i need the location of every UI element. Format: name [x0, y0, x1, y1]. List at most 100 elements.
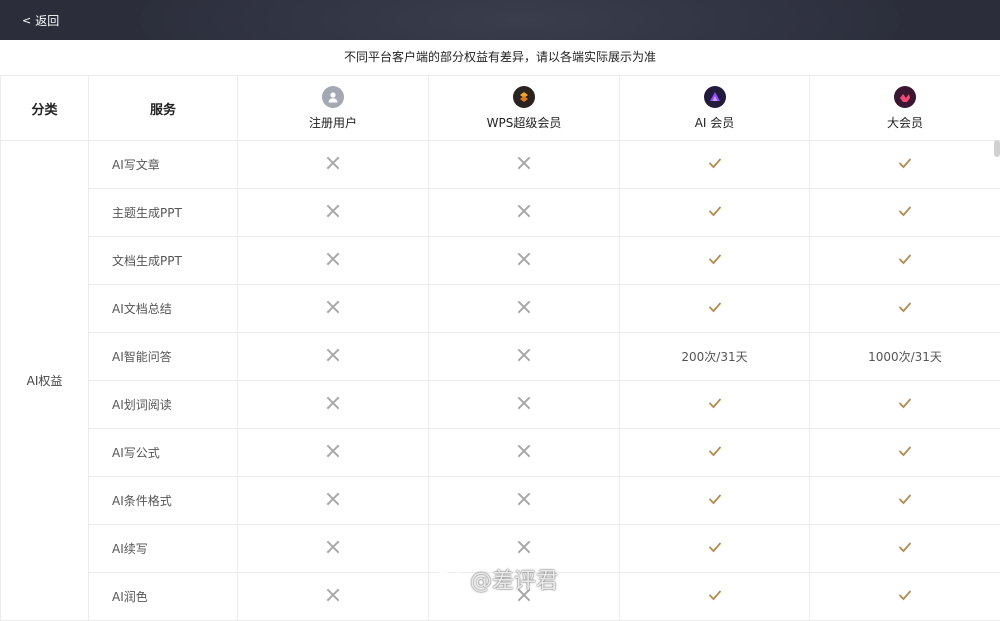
header-plan-ai-member: AI 会员 [620, 76, 810, 141]
check-icon [898, 397, 912, 412]
table-row: AI条件格式 [1, 477, 1000, 525]
ai-member-icon [704, 86, 726, 108]
included-cell [810, 141, 1000, 189]
not-included-cell [238, 189, 429, 237]
not-included-cell [238, 573, 429, 621]
not-included-cell [429, 477, 620, 525]
included-cell [620, 285, 810, 333]
not-included-cell [429, 285, 620, 333]
top-bar: < 返回 [0, 0, 1000, 40]
check-icon [708, 589, 722, 604]
check-icon [708, 493, 722, 508]
not-included-cell [238, 381, 429, 429]
quota-value: 1000次/31天 [868, 350, 942, 364]
benefits-table: 分类 服务 注册用户 WPS超级会员 [0, 75, 1000, 621]
not-included-cell [429, 141, 620, 189]
not-included-cell [238, 333, 429, 381]
service-name: AI条件格式 [89, 477, 238, 525]
back-label: 返回 [35, 12, 59, 29]
included-cell [620, 237, 810, 285]
check-icon [898, 493, 912, 508]
included-cell [810, 189, 1000, 237]
not-included-cell [238, 237, 429, 285]
table-row: AI文档总结 [1, 285, 1000, 333]
cross-icon [326, 492, 340, 506]
check-icon [898, 445, 912, 460]
included-cell [620, 429, 810, 477]
header-plan-wps-super: WPS超级会员 [429, 76, 620, 141]
not-included-cell [238, 429, 429, 477]
included-cell [620, 141, 810, 189]
not-included-cell [238, 525, 429, 573]
check-icon [898, 589, 912, 604]
service-name: AI写文章 [89, 141, 238, 189]
plan-name: WPS超级会员 [487, 114, 562, 131]
quota-cell: 1000次/31天 [810, 333, 1000, 381]
header-plan-registered: 注册用户 [238, 76, 429, 141]
cross-icon [326, 444, 340, 458]
cross-icon [326, 348, 340, 362]
check-icon [708, 157, 722, 172]
table-row: AI智能问答 200次/31天 1000次/31天 [1, 333, 1000, 381]
not-included-cell [238, 477, 429, 525]
included-cell [620, 189, 810, 237]
included-cell [810, 573, 1000, 621]
table-row: AI写公式 [1, 429, 1000, 477]
included-cell [620, 477, 810, 525]
plan-name: AI 会员 [695, 114, 735, 131]
back-button[interactable]: < 返回 [22, 12, 59, 29]
service-name: AI划词阅读 [89, 381, 238, 429]
service-name: AI智能问答 [89, 333, 238, 381]
included-cell [810, 429, 1000, 477]
cross-icon [326, 540, 340, 554]
check-icon [708, 253, 722, 268]
table-row: AI划词阅读 [1, 381, 1000, 429]
included-cell [810, 525, 1000, 573]
plan-name: 大会员 [887, 114, 923, 131]
watermark: @差评君 [428, 563, 558, 595]
included-cell [620, 381, 810, 429]
cross-icon [517, 348, 531, 362]
not-included-cell [429, 237, 620, 285]
included-cell [810, 285, 1000, 333]
cross-icon [517, 252, 531, 266]
not-included-cell [429, 189, 620, 237]
wps-super-icon [513, 86, 535, 108]
service-name: 主题生成PPT [89, 189, 238, 237]
included-cell [620, 525, 810, 573]
check-icon [708, 445, 722, 460]
cross-icon [326, 204, 340, 218]
cross-icon [326, 156, 340, 170]
header-service: 服务 [89, 76, 238, 141]
check-icon [898, 253, 912, 268]
platform-notice: 不同平台客户端的部分权益有差异，请以各端实际展示为准 [0, 40, 1000, 75]
check-icon [708, 301, 722, 316]
cross-icon [517, 396, 531, 410]
category-cell: AI权益 [1, 141, 89, 621]
cross-icon [326, 396, 340, 410]
table-row: 主题生成PPT [1, 189, 1000, 237]
cross-icon [326, 252, 340, 266]
big-member-icon [894, 86, 916, 108]
cross-icon [517, 156, 531, 170]
quota-value: 200次/31天 [681, 350, 747, 364]
service-name: 文档生成PPT [89, 237, 238, 285]
check-icon [898, 157, 912, 172]
not-included-cell [429, 381, 620, 429]
header-category: 分类 [1, 76, 89, 141]
service-name: AI续写 [89, 525, 238, 573]
scrollbar-thumb[interactable] [994, 140, 1000, 157]
table-row: AI权益AI写文章 [1, 141, 1000, 189]
check-icon [898, 301, 912, 316]
chevron-left-icon: < [22, 14, 31, 27]
check-icon [708, 397, 722, 412]
quota-cell: 200次/31天 [620, 333, 810, 381]
service-name: AI润色 [89, 573, 238, 621]
table-header-row: 分类 服务 注册用户 WPS超级会员 [1, 76, 1000, 141]
cross-icon [326, 300, 340, 314]
cross-icon [517, 300, 531, 314]
user-icon [322, 86, 344, 108]
service-name: AI文档总结 [89, 285, 238, 333]
not-included-cell [238, 285, 429, 333]
header-plan-big-member: 大会员 [810, 76, 1000, 141]
